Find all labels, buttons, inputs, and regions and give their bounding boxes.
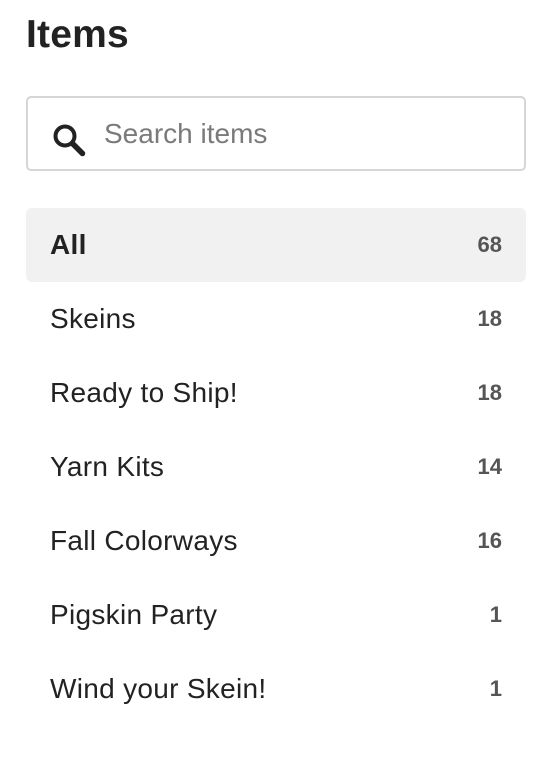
section-count: 1 — [489, 602, 502, 627]
section-label: All — [50, 229, 87, 260]
section-item-yarn-kits[interactable]: Yarn Kits 14 — [26, 430, 526, 504]
section-item-wind-your-skein[interactable]: Wind your Skein! 1 — [26, 652, 526, 726]
section-count: 1 — [489, 676, 502, 701]
page-title: Items — [26, 13, 129, 56]
section-count: 18 — [477, 380, 502, 405]
section-count: 16 — [477, 528, 502, 553]
section-item-skeins[interactable]: Skeins 18 — [26, 282, 526, 356]
section-item-fall-colorways[interactable]: Fall Colorways 16 — [26, 504, 526, 578]
section-item-ready-to-ship[interactable]: Ready to Ship! 18 — [26, 356, 526, 430]
section-label: Yarn Kits — [50, 451, 165, 482]
search-icon — [52, 123, 90, 161]
section-count: 68 — [477, 232, 502, 257]
section-count: 14 — [477, 454, 502, 479]
section-label: Wind your Skein! — [50, 673, 267, 704]
section-label: Ready to Ship! — [50, 377, 238, 408]
items-panel: Items All 68 Skeins 18 Ready to Ship! 18… — [26, 0, 526, 704]
section-label: Fall Colorways — [50, 525, 238, 556]
section-item-pigskin-party[interactable]: Pigskin Party 1 — [26, 578, 526, 652]
section-count: 18 — [477, 306, 502, 331]
section-label: Skeins — [50, 303, 136, 334]
section-item-all[interactable]: All 68 — [26, 208, 526, 282]
search-input[interactable] — [104, 98, 504, 169]
section-list: All 68 Skeins 18 Ready to Ship! 18 Yarn … — [26, 208, 526, 726]
section-label: Pigskin Party — [50, 599, 218, 630]
search-box[interactable] — [26, 96, 526, 171]
